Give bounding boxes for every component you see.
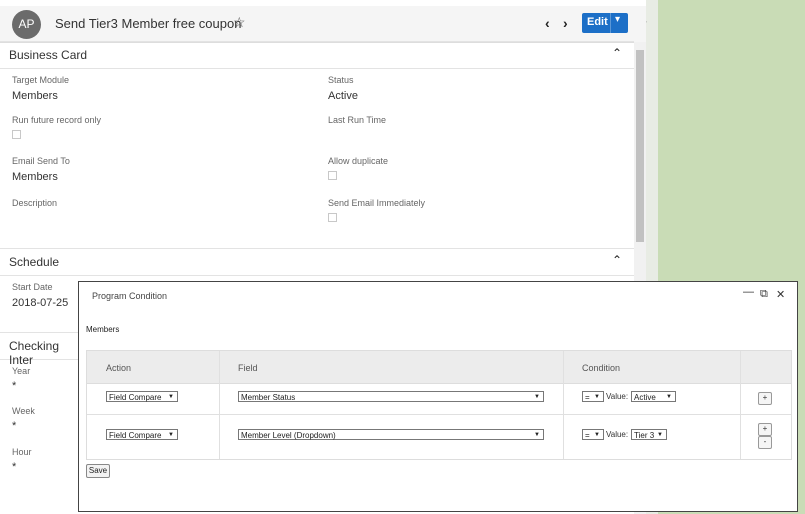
action-select[interactable]: Field Compare ▼ — [106, 429, 178, 440]
business-card-header[interactable]: Business Card ⌃ — [0, 41, 634, 69]
column-header-field: Field — [238, 363, 258, 373]
condition-table: Action Field Condition Field Compare ▼ Me… — [86, 350, 792, 460]
action-select[interactable]: Field Compare ▼ — [106, 391, 178, 402]
dropdown-arrow-icon: ▼ — [666, 394, 672, 400]
send-immediately-checkbox[interactable] — [328, 213, 337, 222]
value-select-value: Tier 3 — [634, 431, 655, 440]
operator-select[interactable]: = ▼ — [582, 429, 604, 440]
action-select-value: Field Compare — [109, 393, 162, 402]
dropdown-arrow-icon: ▼ — [594, 394, 600, 400]
field-select-value: Member Level (Dropdown) — [241, 431, 336, 440]
week-label: Week — [12, 406, 35, 416]
week-value: * — [12, 420, 17, 432]
row-divider — [87, 414, 791, 415]
maximize-icon[interactable]: ⧉ — [760, 288, 768, 301]
description-label: Description — [12, 198, 58, 208]
scrollbar-thumb[interactable] — [636, 50, 644, 242]
year-label: Year — [12, 366, 31, 376]
dropdown-arrow-icon: ▼ — [657, 432, 663, 438]
run-future-checkbox[interactable] — [12, 130, 21, 139]
start-date-label: Start Date — [12, 282, 53, 292]
next-record-icon[interactable]: › — [563, 15, 568, 31]
record-header: AP Send Tier3 Member free coupon ☆ ‹ › E… — [0, 6, 646, 43]
value-label: Value: — [606, 430, 629, 439]
value-select[interactable]: Tier 3 ▼ — [631, 429, 667, 440]
field-select-value: Member Status — [241, 393, 296, 402]
value-select-value: Active — [634, 393, 656, 402]
last-run-label: Last Run Time — [328, 115, 387, 125]
avatar: AP — [12, 10, 41, 39]
table-header: Action Field Condition — [87, 351, 791, 384]
collapse-chevron-up-icon[interactable]: ⌃ — [612, 253, 622, 267]
checking-interval-header[interactable]: Checking Inter — [0, 332, 80, 367]
email-send-to-value: Members — [12, 171, 58, 183]
field-select[interactable]: Member Status ▼ — [238, 391, 544, 402]
run-future-label: Run future record only — [12, 115, 102, 125]
email-send-to-label: Email Send To — [12, 156, 70, 166]
schedule-title: Schedule — [9, 255, 60, 269]
year-value: * — [12, 380, 17, 392]
action-select-value: Field Compare — [109, 431, 162, 440]
members-label: Members — [86, 325, 120, 334]
close-icon[interactable]: ✕ — [776, 288, 785, 301]
edit-divider — [610, 13, 611, 33]
column-divider — [219, 351, 220, 459]
edit-label: Edit — [587, 16, 608, 28]
edit-dropdown-chevron-icon[interactable]: ▾ — [615, 14, 620, 25]
dropdown-arrow-icon: ▼ — [168, 394, 174, 400]
dropdown-arrow-icon: ▼ — [168, 432, 174, 438]
column-divider — [740, 351, 741, 459]
value-select[interactable]: Active ▼ — [631, 391, 676, 402]
hour-label: Hour — [12, 447, 32, 457]
value-label: Value: — [606, 392, 629, 401]
column-header-condition: Condition — [582, 363, 621, 373]
send-immediately-label: Send Email Immediately — [328, 198, 426, 208]
remove-row-button[interactable]: - — [758, 436, 772, 449]
status-label: Status — [328, 75, 354, 85]
checking-interval-title: Checking Inter — [9, 339, 60, 367]
operator-select-value: = — [585, 393, 590, 402]
dropdown-arrow-icon: ▼ — [594, 432, 600, 438]
business-card-title: Business Card — [9, 48, 88, 62]
minimize-icon[interactable]: — — [743, 286, 754, 298]
dropdown-arrow-icon: ▼ — [534, 432, 540, 438]
allow-duplicate-checkbox[interactable] — [328, 171, 337, 180]
favorite-star-icon[interactable]: ☆ — [233, 14, 246, 31]
schedule-header[interactable]: Schedule ⌃ — [0, 248, 634, 276]
target-module-value: Members — [12, 90, 58, 102]
add-row-button[interactable]: + — [758, 423, 772, 436]
status-value: Active — [328, 90, 358, 102]
save-button[interactable]: Save — [86, 464, 110, 478]
edit-button[interactable]: Edit ▾ — [582, 13, 628, 33]
column-header-action: Action — [106, 363, 132, 373]
field-select[interactable]: Member Level (Dropdown) ▼ — [238, 429, 544, 440]
operator-select[interactable]: = ▼ — [582, 391, 604, 402]
record-title: Send Tier3 Member free coupon — [55, 16, 242, 31]
allow-duplicate-label: Allow duplicate — [328, 156, 389, 166]
target-module-label: Target Module — [12, 75, 70, 85]
dropdown-arrow-icon: ▼ — [534, 394, 540, 400]
program-condition-dialog: Program Condition — ⧉ ✕ Members Action F… — [78, 281, 798, 512]
hour-value: * — [12, 461, 17, 473]
dialog-title: Program Condition — [92, 291, 168, 301]
collapse-chevron-up-icon[interactable]: ⌃ — [612, 46, 622, 60]
operator-select-value: = — [585, 431, 590, 440]
column-divider — [563, 351, 564, 459]
add-row-button[interactable]: + — [758, 392, 772, 405]
previous-record-icon[interactable]: ‹ — [545, 15, 550, 31]
start-date-value: 2018-07-25 — [12, 297, 69, 309]
